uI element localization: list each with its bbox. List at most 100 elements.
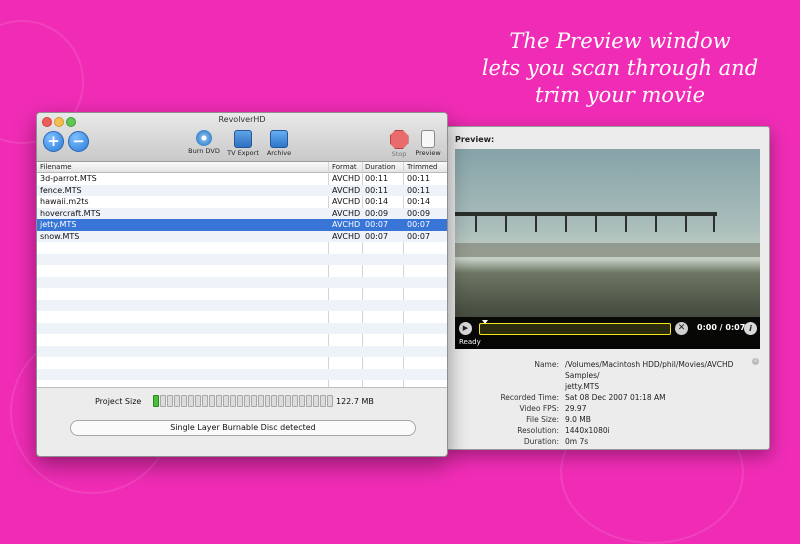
- column-header-trimmed[interactable]: Trimmed: [407, 163, 437, 171]
- duration-cell: 00:11: [365, 185, 389, 195]
- info-value: 29.97: [565, 404, 587, 413]
- trim-scrubber[interactable]: [479, 320, 671, 335]
- info-row-resolution: Resolution: 1440x1080i: [455, 425, 760, 436]
- table-body: 3d-parrot.MTS AVCHD 00:11 00:11 fence.MTS AVC…: [37, 173, 447, 380]
- empty-row: [37, 322, 447, 334]
- meter-segment: [173, 395, 180, 407]
- duration-cell: 00:14: [365, 197, 389, 206]
- tv-export-label: TV Export: [227, 149, 259, 157]
- info-value: 1440x1080i: [565, 426, 610, 435]
- pier: [455, 212, 717, 216]
- clear-trim-icon[interactable]: ✕: [675, 322, 688, 335]
- meter-segment: [320, 395, 327, 407]
- playback-status: Ready: [459, 338, 481, 346]
- filename-cell: 3d-parrot.MTS: [40, 174, 97, 183]
- archive-label: Archive: [266, 149, 292, 157]
- pier-post: [595, 216, 597, 232]
- project-size-value: 122.7 MB: [336, 397, 374, 406]
- caption-line: lets you scan through and: [481, 56, 759, 80]
- format-cell: AVCHD: [332, 197, 361, 206]
- reveal-in-finder-icon[interactable]: ⌕: [752, 358, 759, 365]
- column-header-filename[interactable]: Filename: [40, 163, 72, 171]
- filename-cell: fence.MTS: [40, 185, 82, 195]
- column-header-duration[interactable]: Duration: [365, 163, 395, 171]
- table-row[interactable]: hovercraft.MTS AVCHD 00:09 00:09: [37, 207, 447, 219]
- format-cell: AVCHD: [332, 208, 361, 218]
- project-size-meter: [153, 395, 334, 407]
- caption-line: trim your movie: [534, 83, 706, 107]
- empty-row: [37, 299, 447, 311]
- window-title: RevolverHD: [218, 115, 266, 124]
- meter-segment: [250, 395, 257, 407]
- info-key-spacer: [455, 381, 565, 392]
- pier-post: [475, 216, 477, 232]
- meter-segment: [306, 395, 313, 407]
- info-key: Name:: [534, 360, 559, 369]
- preview-icon: [421, 130, 435, 148]
- meter-segment: [285, 395, 292, 407]
- info-key: Recorded Time:: [500, 393, 559, 402]
- info-row-size: File Size: 9.0 MB: [455, 414, 760, 425]
- empty-row: [37, 265, 447, 277]
- meter-segment: [264, 395, 271, 407]
- meter-segment: [299, 395, 306, 407]
- info-row-duration: Duration: 0m 7s: [455, 436, 760, 447]
- table-row[interactable]: hawaii.m2ts AVCHD 00:14 00:14: [37, 196, 447, 208]
- empty-row: [37, 311, 447, 323]
- info-row-name-cont: jetty.MTS: [455, 381, 760, 392]
- format-cell: AVCHD: [332, 220, 361, 229]
- pier-post: [655, 216, 657, 232]
- table-row[interactable]: snow.MTS AVCHD 00:07 00:07: [37, 230, 447, 242]
- info-value: Sat 08 Dec 2007 01:18 AM: [565, 393, 666, 402]
- meter-segment: [208, 395, 215, 407]
- stop-button[interactable]: Stop: [387, 130, 411, 158]
- info-row-fps: Video FPS: 29.97: [455, 403, 760, 414]
- filename-cell: hawaii.m2ts: [40, 197, 89, 206]
- format-cell: AVCHD: [332, 231, 361, 241]
- empty-row: [37, 368, 447, 380]
- meter-segment: [166, 395, 173, 407]
- add-files-button[interactable]: +: [43, 131, 64, 152]
- meter-segment: [180, 395, 187, 407]
- time-readout: 0:00 / 0:07: [697, 323, 746, 332]
- pier-post: [685, 216, 687, 232]
- format-cell: AVCHD: [332, 185, 361, 195]
- column-header-format[interactable]: Format: [332, 163, 357, 171]
- dvd-icon: [196, 130, 212, 146]
- table-header: Filename Format Duration Trimmed: [37, 162, 447, 173]
- empty-row: [37, 334, 447, 346]
- play-icon[interactable]: ▶: [459, 322, 472, 335]
- main-window: RevolverHD + − Burn DVD TV Export Archiv…: [36, 112, 448, 457]
- duration-cell: 00:11: [365, 174, 389, 183]
- burn-dvd-label: Burn DVD: [188, 147, 220, 155]
- playhead-marker[interactable]: [482, 320, 488, 324]
- table-row[interactable]: jetty.MTS AVCHD 00:07 00:07: [37, 219, 447, 231]
- preview-label: Preview: [415, 149, 441, 157]
- info-icon[interactable]: i: [744, 322, 757, 335]
- stop-icon: [389, 130, 409, 149]
- pier-post: [713, 216, 715, 232]
- table-row[interactable]: 3d-parrot.MTS AVCHD 00:11 00:11: [37, 173, 447, 185]
- burn-dvd-button[interactable]: Burn DVD: [187, 130, 221, 155]
- remove-files-button[interactable]: −: [68, 131, 89, 152]
- meter-segment: [153, 395, 159, 407]
- duration-cell: 00:07: [365, 231, 389, 241]
- meter-segment: [257, 395, 264, 407]
- meter-segment: [313, 395, 320, 407]
- preview-label: Preview:: [455, 135, 495, 144]
- trimmed-cell: 00:09: [407, 208, 431, 218]
- info-row-name: Name: /Volumes/Macintosh HDD/phil/Movies…: [455, 359, 760, 381]
- tv-export-button[interactable]: TV Export: [224, 130, 262, 157]
- meter-segment: [215, 395, 222, 407]
- meter-segment: [229, 395, 236, 407]
- filename-cell: hovercraft.MTS: [40, 208, 101, 218]
- info-value: 0m 7s: [565, 437, 589, 446]
- info-value: /Volumes/Macintosh HDD/phil/Movies/AVCHD…: [565, 360, 734, 380]
- project-size-label: Project Size: [95, 397, 142, 406]
- preview-button[interactable]: Preview: [414, 130, 442, 157]
- info-key: Duration:: [523, 437, 559, 446]
- meter-segment: [194, 395, 201, 407]
- playback-controls: ▶ ✕ 0:00 / 0:07 i Ready: [455, 317, 760, 349]
- archive-button[interactable]: Archive: [264, 130, 294, 157]
- table-row[interactable]: fence.MTS AVCHD 00:11 00:11: [37, 184, 447, 196]
